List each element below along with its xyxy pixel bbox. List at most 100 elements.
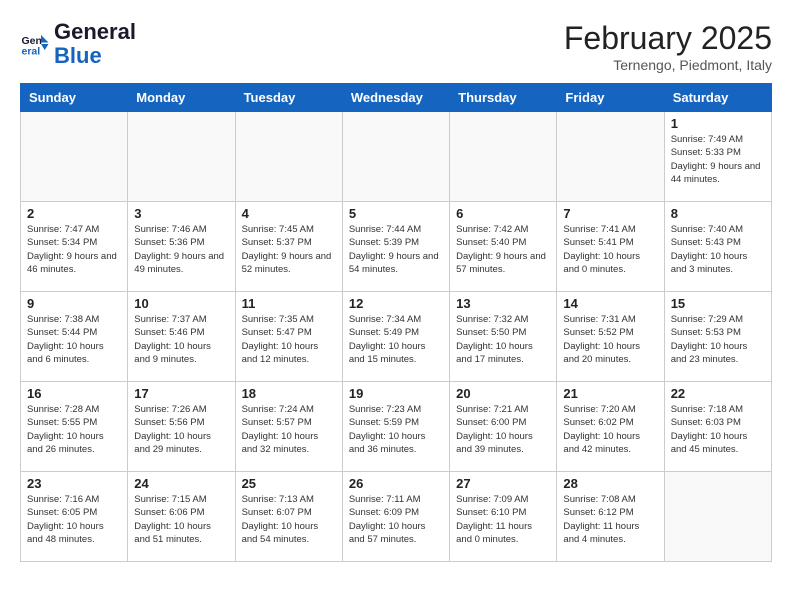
calendar-cell: 4Sunrise: 7:45 AM Sunset: 5:37 PM Daylig…	[235, 202, 342, 292]
day-info: Sunrise: 7:13 AM Sunset: 6:07 PM Dayligh…	[242, 493, 336, 546]
calendar-week-3: 9 Sunrise: 7:38 AM Sunset: 5:44 PM Daylig…	[21, 292, 772, 382]
calendar-cell: 25 Sunrise: 7:13 AM Sunset: 6:07 PM Dayli…	[235, 472, 342, 562]
svg-text:eral: eral	[22, 46, 41, 58]
day-info: Sunrise: 7:41 AM Sunset: 5:41 PM Dayligh…	[563, 223, 657, 276]
logo: Gen eral GeneralBlue	[20, 20, 136, 68]
day-number: 19	[349, 386, 443, 401]
day-info: Sunrise: 7:11 AM Sunset: 6:09 PM Dayligh…	[349, 493, 443, 546]
calendar-cell: 15 Sunrise: 7:29 AM Sunset: 5:53 PM Dayli…	[664, 292, 771, 382]
location: Ternengo, Piedmont, Italy	[564, 57, 772, 73]
calendar-cell: 2Sunrise: 7:47 AM Sunset: 5:34 PM Daylig…	[21, 202, 128, 292]
logo-text: GeneralBlue	[54, 20, 136, 68]
day-number: 8	[671, 206, 765, 221]
calendar-cell: 16Sunrise: 7:28 AM Sunset: 5:55 PM Dayli…	[21, 382, 128, 472]
day-number: 17	[134, 386, 228, 401]
day-number: 6	[456, 206, 550, 221]
day-number: 2	[27, 206, 121, 221]
day-number: 26	[349, 476, 443, 491]
calendar-week-5: 23 Sunrise: 7:16 AM Sunset: 6:05 PM Dayli…	[21, 472, 772, 562]
calendar-cell: 10 Sunrise: 7:37 AM Sunset: 5:46 PM Dayli…	[128, 292, 235, 382]
calendar-cell	[21, 112, 128, 202]
day-number: 3	[134, 206, 228, 221]
day-number: 12	[349, 296, 443, 311]
calendar-cell	[450, 112, 557, 202]
calendar-cell: 20 Sunrise: 7:21 AM Sunset: 6:00 PM Dayli…	[450, 382, 557, 472]
day-number: 9	[27, 296, 121, 311]
calendar-cell: 3 Sunrise: 7:46 AM Sunset: 5:36 PM Daylig…	[128, 202, 235, 292]
calendar-cell: 9 Sunrise: 7:38 AM Sunset: 5:44 PM Daylig…	[21, 292, 128, 382]
calendar-cell: 17Sunrise: 7:26 AM Sunset: 5:56 PM Dayli…	[128, 382, 235, 472]
day-info: Sunrise: 7:09 AM Sunset: 6:10 PM Dayligh…	[456, 493, 550, 546]
calendar-cell: 11 Sunrise: 7:35 AM Sunset: 5:47 PM Dayli…	[235, 292, 342, 382]
calendar-week-1: 1 Sunrise: 7:49 AM Sunset: 5:33 PM Daylig…	[21, 112, 772, 202]
day-number: 28	[563, 476, 657, 491]
day-info: Sunrise: 7:28 AM Sunset: 5:55 PM Dayligh…	[27, 403, 121, 456]
day-info: Sunrise: 7:49 AM Sunset: 5:33 PM Dayligh…	[671, 133, 765, 186]
calendar-cell: 8Sunrise: 7:40 AM Sunset: 5:43 PM Daylig…	[664, 202, 771, 292]
day-info: Sunrise: 7:45 AM Sunset: 5:37 PM Dayligh…	[242, 223, 336, 276]
day-number: 20	[456, 386, 550, 401]
calendar-cell	[557, 112, 664, 202]
day-number: 21	[563, 386, 657, 401]
weekday-header-wednesday: Wednesday	[342, 84, 449, 112]
page-header: Gen eral GeneralBlue February 2025 Terne…	[20, 20, 772, 73]
calendar-cell	[664, 472, 771, 562]
day-number: 7	[563, 206, 657, 221]
calendar-cell: 18 Sunrise: 7:24 AM Sunset: 5:57 PM Dayli…	[235, 382, 342, 472]
weekday-header-tuesday: Tuesday	[235, 84, 342, 112]
calendar-cell: 1 Sunrise: 7:49 AM Sunset: 5:33 PM Daylig…	[664, 112, 771, 202]
day-number: 23	[27, 476, 121, 491]
calendar-cell: 14Sunrise: 7:31 AM Sunset: 5:52 PM Dayli…	[557, 292, 664, 382]
day-info: Sunrise: 7:29 AM Sunset: 5:53 PM Dayligh…	[671, 313, 765, 366]
day-number: 5	[349, 206, 443, 221]
calendar-cell: 5 Sunrise: 7:44 AM Sunset: 5:39 PM Daylig…	[342, 202, 449, 292]
day-info: Sunrise: 7:38 AM Sunset: 5:44 PM Dayligh…	[27, 313, 121, 366]
calendar-table: SundayMondayTuesdayWednesdayThursdayFrid…	[20, 83, 772, 562]
calendar-cell: 12 Sunrise: 7:34 AM Sunset: 5:49 PM Dayli…	[342, 292, 449, 382]
day-number: 13	[456, 296, 550, 311]
weekday-header-thursday: Thursday	[450, 84, 557, 112]
day-info: Sunrise: 7:21 AM Sunset: 6:00 PM Dayligh…	[456, 403, 550, 456]
day-info: Sunrise: 7:23 AM Sunset: 5:59 PM Dayligh…	[349, 403, 443, 456]
day-number: 22	[671, 386, 765, 401]
calendar-cell: 6 Sunrise: 7:42 AM Sunset: 5:40 PM Daylig…	[450, 202, 557, 292]
day-number: 10	[134, 296, 228, 311]
calendar-cell: 19 Sunrise: 7:23 AM Sunset: 5:59 PM Dayli…	[342, 382, 449, 472]
day-info: Sunrise: 7:24 AM Sunset: 5:57 PM Dayligh…	[242, 403, 336, 456]
logo-icon: Gen eral	[20, 29, 50, 59]
day-info: Sunrise: 7:44 AM Sunset: 5:39 PM Dayligh…	[349, 223, 443, 276]
day-info: Sunrise: 7:31 AM Sunset: 5:52 PM Dayligh…	[563, 313, 657, 366]
day-number: 11	[242, 296, 336, 311]
month-title: February 2025	[564, 20, 772, 57]
title-block: February 2025 Ternengo, Piedmont, Italy	[564, 20, 772, 73]
calendar-week-4: 16Sunrise: 7:28 AM Sunset: 5:55 PM Dayli…	[21, 382, 772, 472]
day-info: Sunrise: 7:34 AM Sunset: 5:49 PM Dayligh…	[349, 313, 443, 366]
day-number: 15	[671, 296, 765, 311]
day-info: Sunrise: 7:18 AM Sunset: 6:03 PM Dayligh…	[671, 403, 765, 456]
day-info: Sunrise: 7:46 AM Sunset: 5:36 PM Dayligh…	[134, 223, 228, 276]
calendar-cell: 22 Sunrise: 7:18 AM Sunset: 6:03 PM Dayli…	[664, 382, 771, 472]
day-info: Sunrise: 7:08 AM Sunset: 6:12 PM Dayligh…	[563, 493, 657, 546]
calendar-cell: 24 Sunrise: 7:15 AM Sunset: 6:06 PM Dayli…	[128, 472, 235, 562]
weekday-header-monday: Monday	[128, 84, 235, 112]
day-number: 18	[242, 386, 336, 401]
calendar-cell: 13 Sunrise: 7:32 AM Sunset: 5:50 PM Dayli…	[450, 292, 557, 382]
day-info: Sunrise: 7:15 AM Sunset: 6:06 PM Dayligh…	[134, 493, 228, 546]
day-info: Sunrise: 7:32 AM Sunset: 5:50 PM Dayligh…	[456, 313, 550, 366]
day-number: 1	[671, 116, 765, 131]
calendar-header-row: SundayMondayTuesdayWednesdayThursdayFrid…	[21, 84, 772, 112]
day-info: Sunrise: 7:37 AM Sunset: 5:46 PM Dayligh…	[134, 313, 228, 366]
day-info: Sunrise: 7:35 AM Sunset: 5:47 PM Dayligh…	[242, 313, 336, 366]
day-number: 25	[242, 476, 336, 491]
day-info: Sunrise: 7:16 AM Sunset: 6:05 PM Dayligh…	[27, 493, 121, 546]
day-number: 24	[134, 476, 228, 491]
calendar-cell	[342, 112, 449, 202]
calendar-cell: 27 Sunrise: 7:09 AM Sunset: 6:10 PM Dayli…	[450, 472, 557, 562]
day-info: Sunrise: 7:42 AM Sunset: 5:40 PM Dayligh…	[456, 223, 550, 276]
weekday-header-saturday: Saturday	[664, 84, 771, 112]
calendar-week-2: 2Sunrise: 7:47 AM Sunset: 5:34 PM Daylig…	[21, 202, 772, 292]
calendar-cell: 26 Sunrise: 7:11 AM Sunset: 6:09 PM Dayli…	[342, 472, 449, 562]
calendar-cell: 23 Sunrise: 7:16 AM Sunset: 6:05 PM Dayli…	[21, 472, 128, 562]
calendar-cell	[128, 112, 235, 202]
day-number: 27	[456, 476, 550, 491]
